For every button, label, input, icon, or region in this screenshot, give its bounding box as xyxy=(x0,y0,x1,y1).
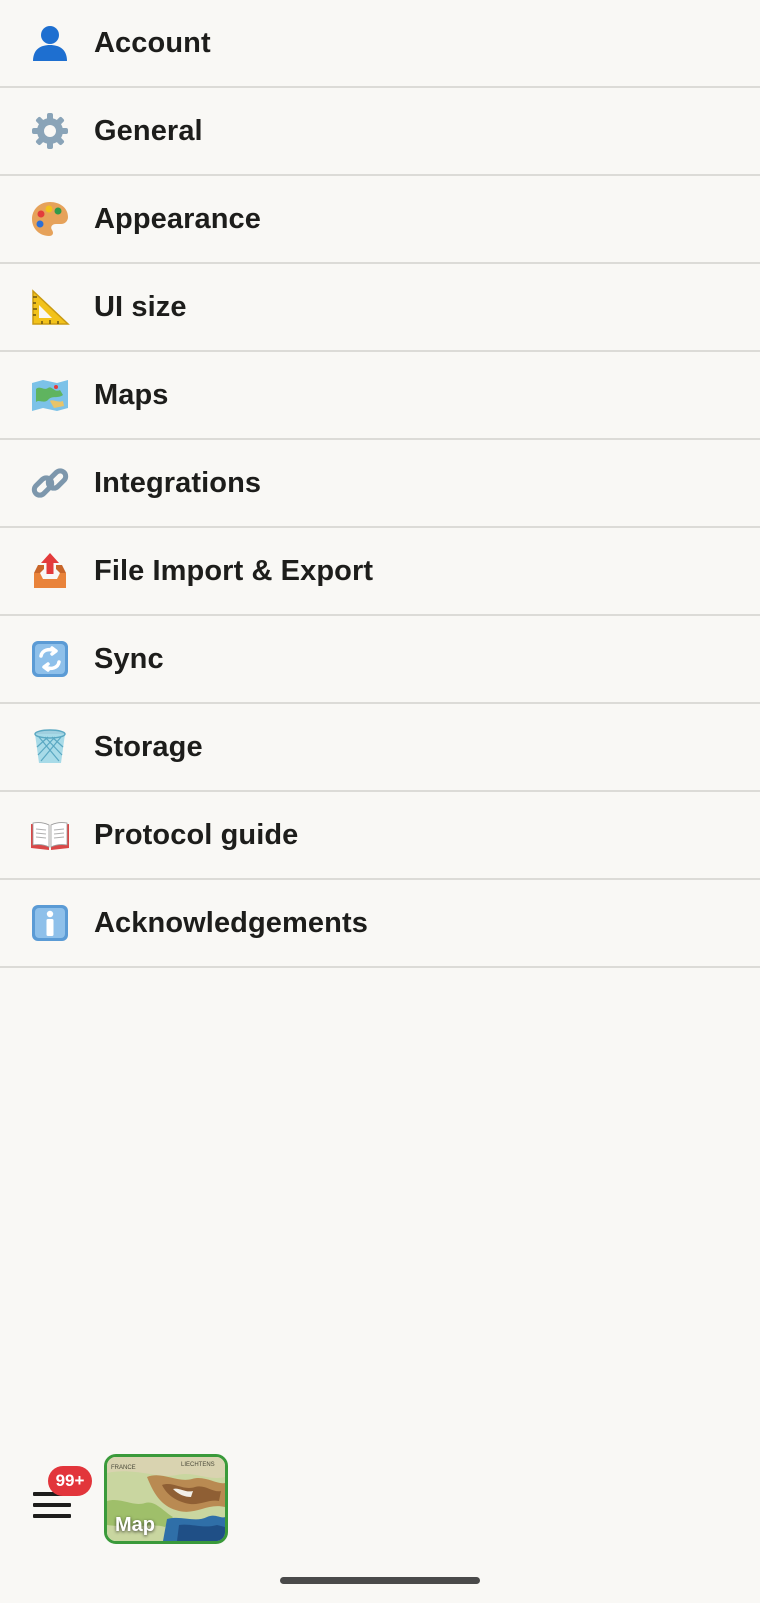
link-icon xyxy=(30,463,70,503)
menu-item-label: File Import & Export xyxy=(94,554,374,587)
menu-item-protocol-guide[interactable]: Protocol guide xyxy=(0,792,760,880)
map-tile-label-france: FRANCE xyxy=(111,1465,136,1471)
menu-item-label: Sync xyxy=(94,642,164,675)
menu-item-label: Storage xyxy=(94,730,203,763)
person-icon xyxy=(30,23,70,63)
palette-icon xyxy=(30,199,70,239)
open-book-icon xyxy=(30,815,70,855)
menu-item-storage[interactable]: Storage xyxy=(0,704,760,792)
notification-badge: 99+ xyxy=(48,1466,92,1496)
home-indicator[interactable] xyxy=(280,1577,480,1584)
settings-menu-list: Account General Appearance UI size Maps … xyxy=(0,0,760,968)
menu-item-account[interactable]: Account xyxy=(0,0,760,88)
menu-item-label: Integrations xyxy=(94,466,262,499)
map-button-label: Map xyxy=(115,1514,155,1536)
menu-item-label: Maps xyxy=(94,378,169,411)
wastebasket-icon xyxy=(30,727,70,767)
map-thumbnail-button[interactable]: FRANCE LIECHTENS Map xyxy=(104,1454,228,1544)
hamburger-menu-icon[interactable] xyxy=(30,1492,74,1526)
menu-item-appearance[interactable]: Appearance xyxy=(0,176,760,264)
outbox-tray-icon xyxy=(30,551,70,591)
menu-item-sync[interactable]: Sync xyxy=(0,616,760,704)
info-icon xyxy=(30,903,70,943)
bottom-bar: 99+ FRANCE LIECHTENS Map xyxy=(0,1440,760,1570)
menu-item-label: General xyxy=(94,114,203,147)
menu-item-label: Acknowledgements xyxy=(94,906,368,939)
menu-item-acknowledgements[interactable]: Acknowledgements xyxy=(0,880,760,968)
triangle-ruler-icon xyxy=(30,287,70,327)
menu-item-label: Appearance xyxy=(94,202,262,235)
menu-item-ui-size[interactable]: UI size xyxy=(0,264,760,352)
menu-item-file-import-export[interactable]: File Import & Export xyxy=(0,528,760,616)
menu-item-maps[interactable]: Maps xyxy=(0,352,760,440)
menu-item-label: UI size xyxy=(94,290,187,323)
gear-icon xyxy=(30,111,70,151)
menu-item-integrations[interactable]: Integrations xyxy=(0,440,760,528)
menu-item-label: Protocol guide xyxy=(94,818,299,851)
menu-item-label: Account xyxy=(94,26,211,59)
map-icon xyxy=(30,375,70,415)
map-tile-label-liechtenstein: LIECHTENS xyxy=(181,1462,215,1468)
menu-item-general[interactable]: General xyxy=(0,88,760,176)
sync-arrows-icon xyxy=(30,639,70,679)
